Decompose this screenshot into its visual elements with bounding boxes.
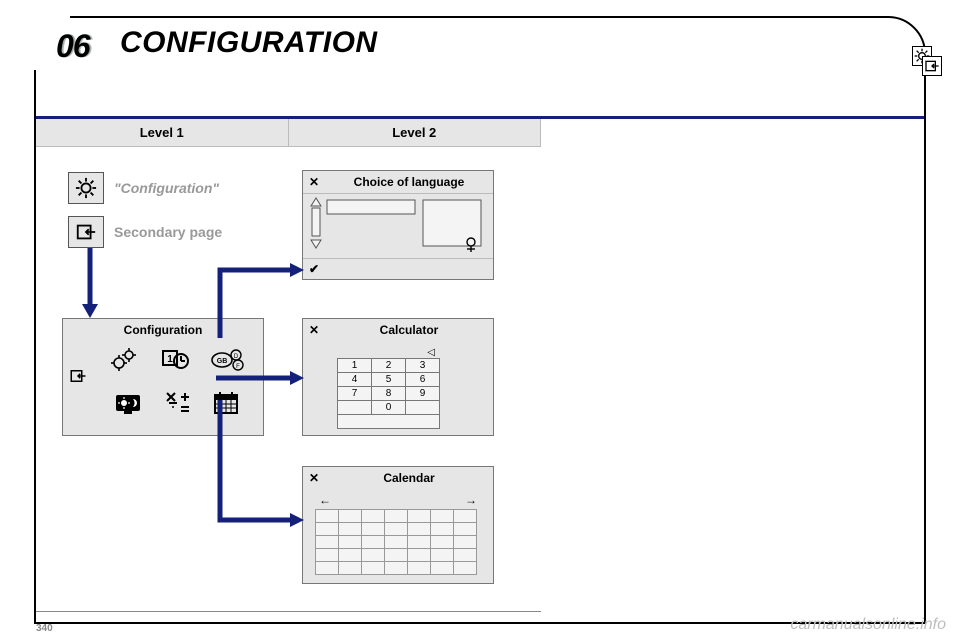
backspace-icon[interactable]: ◁ bbox=[337, 347, 441, 358]
calendar-grid bbox=[315, 509, 477, 575]
display-brightness-icon[interactable] bbox=[113, 391, 143, 417]
date-time-icon[interactable]: 1 bbox=[161, 347, 189, 371]
language-panel-body bbox=[303, 193, 493, 259]
footer-rule bbox=[36, 611, 541, 612]
level2-header: Level 2 bbox=[289, 119, 542, 146]
calculator-panel-title: Calculator bbox=[325, 323, 493, 337]
svg-text:F: F bbox=[236, 364, 240, 370]
back-arrow-icon bbox=[68, 216, 104, 248]
settings-gears-icon[interactable] bbox=[109, 347, 139, 373]
close-icon[interactable]: ✕ bbox=[303, 175, 325, 189]
calendar-next-icon[interactable]: → bbox=[465, 493, 477, 507]
key-4[interactable]: 4 bbox=[338, 373, 372, 387]
svg-text:1: 1 bbox=[167, 354, 173, 365]
calendar-prev-icon[interactable]: ← bbox=[319, 493, 331, 507]
key-2[interactable]: 2 bbox=[372, 359, 406, 373]
page-number: 340 bbox=[36, 623, 53, 634]
close-icon[interactable]: ✕ bbox=[303, 471, 325, 485]
key-9[interactable]: 9 bbox=[406, 387, 440, 401]
key-0[interactable]: 0 bbox=[372, 401, 406, 415]
key-8[interactable]: 8 bbox=[372, 387, 406, 401]
key-6[interactable]: 6 bbox=[406, 373, 440, 387]
calculator-keypad: 123 456 789 0 bbox=[337, 358, 440, 429]
key-blank bbox=[338, 401, 372, 415]
language-panel-title: Choice of language bbox=[325, 175, 493, 189]
key-blank bbox=[406, 401, 440, 415]
configuration-menu-row: "Configuration" bbox=[68, 172, 219, 204]
back-arrow-icon bbox=[922, 56, 942, 76]
configuration-panel: Configuration 1 GB DF bbox=[62, 318, 264, 436]
secondary-page-row: Secondary page bbox=[68, 216, 222, 248]
secondary-page-label: Secondary page bbox=[114, 224, 222, 240]
section-number: 06 bbox=[56, 28, 90, 65]
calculator-panel: ✕ Calculator ◁ 123 456 789 0 bbox=[302, 318, 494, 436]
language-panel: ✕ Choice of language ✔ bbox=[302, 170, 494, 280]
back-arrow-icon[interactable] bbox=[69, 367, 87, 385]
header-icon-badge bbox=[900, 46, 942, 88]
configuration-panel-title: Configuration bbox=[63, 319, 263, 341]
svg-text:D: D bbox=[234, 354, 239, 360]
key-5[interactable]: 5 bbox=[372, 373, 406, 387]
page-title: CONFIGURATION bbox=[120, 26, 378, 60]
svg-text:GB: GB bbox=[217, 358, 228, 365]
calc-footer-row bbox=[338, 415, 440, 429]
language-icon[interactable]: GB DF bbox=[211, 347, 245, 373]
calendar-panel-title: Calendar bbox=[325, 471, 493, 485]
calculator-icon[interactable] bbox=[165, 391, 191, 415]
calendar-panel: ✕ Calendar ← → bbox=[302, 466, 494, 584]
key-7[interactable]: 7 bbox=[338, 387, 372, 401]
level-header-bar: Level 1 Level 2 bbox=[36, 119, 541, 147]
gear-icon bbox=[68, 172, 104, 204]
watermark: carmanualsonline.info bbox=[790, 616, 946, 634]
configuration-label: "Configuration" bbox=[114, 180, 219, 196]
calendar-icon[interactable] bbox=[213, 391, 239, 415]
key-1[interactable]: 1 bbox=[338, 359, 372, 373]
close-icon[interactable]: ✕ bbox=[303, 323, 325, 337]
confirm-icon[interactable]: ✔ bbox=[303, 262, 325, 276]
key-3[interactable]: 3 bbox=[406, 359, 440, 373]
level1-header: Level 1 bbox=[36, 119, 289, 146]
